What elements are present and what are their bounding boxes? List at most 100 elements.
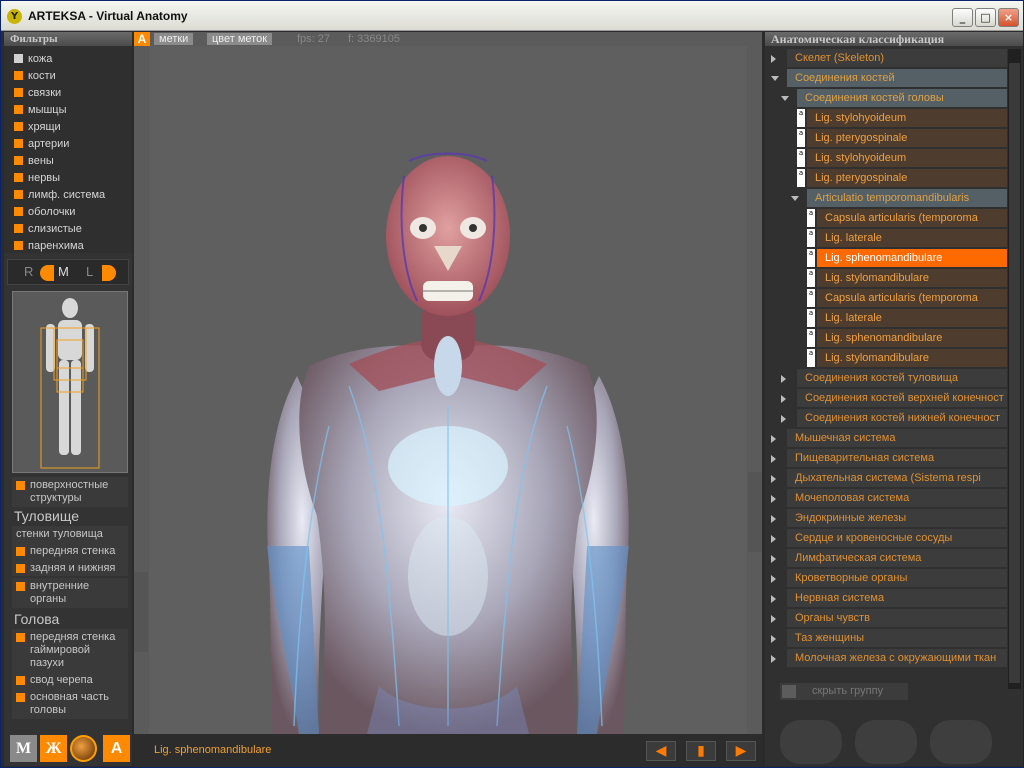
filter-checkbox[interactable] <box>14 122 23 131</box>
filter-item[interactable]: оболочки <box>14 203 132 220</box>
filter-checkbox[interactable] <box>14 190 23 199</box>
expand-arrow-icon[interactable] <box>771 435 776 443</box>
structure-item[interactable]: свод черепа <box>12 672 128 689</box>
tree-row[interactable]: Соединения костей верхней конечност <box>765 389 1007 407</box>
filter-checkbox[interactable] <box>14 88 23 97</box>
center-button[interactable]: ▮ <box>686 741 716 761</box>
filter-checkbox[interactable] <box>14 71 23 80</box>
filter-item[interactable]: кости <box>14 67 132 84</box>
filter-checkbox[interactable] <box>14 241 23 250</box>
hide-group-toggle[interactable]: скрыть группу <box>780 683 908 700</box>
tree-row[interactable]: Сердце и кровеносные сосуды <box>765 529 1007 547</box>
expand-arrow-icon[interactable] <box>771 515 776 523</box>
filter-item[interactable]: артерии <box>14 135 132 152</box>
internal-section[interactable]: внутренние органы <box>12 578 128 608</box>
filter-checkbox[interactable] <box>14 54 23 63</box>
tree-row[interactable]: a Lig. sphenomandibulare <box>765 329 1007 347</box>
expand-arrow-icon[interactable] <box>781 415 786 423</box>
expand-arrow-icon[interactable] <box>771 495 776 503</box>
left-collapse-icon[interactable] <box>134 572 148 652</box>
structure-item[interactable]: стенки туловища <box>12 526 128 543</box>
half-left-icon[interactable] <box>40 265 54 281</box>
expand-arrow-icon[interactable] <box>781 395 786 403</box>
expand-arrow-icon[interactable] <box>771 635 776 643</box>
prev-button[interactable]: ◀ <box>646 741 676 761</box>
tree-row[interactable]: a Lig. pterygospinale <box>765 129 1007 147</box>
sphere-view-icon[interactable] <box>70 735 97 762</box>
middle-button[interactable]: M <box>58 264 69 279</box>
filter-checkbox[interactable] <box>14 207 23 216</box>
filter-item[interactable]: слизистые <box>14 220 132 237</box>
body-navigator[interactable] <box>12 291 128 473</box>
tab-label-color[interactable]: цвет меток <box>207 33 273 45</box>
filter-checkbox[interactable] <box>14 105 23 114</box>
anatomy-3d-viewport[interactable] <box>149 46 747 734</box>
tree-row[interactable]: a Lig. sphenomandibulare <box>765 249 1007 267</box>
filter-checkbox[interactable] <box>14 224 23 233</box>
tree-row[interactable]: Органы чувств <box>765 609 1007 627</box>
surface-section[interactable]: поверхностные структуры <box>12 477 128 507</box>
expand-arrow-icon[interactable] <box>771 655 776 663</box>
tree-row[interactable]: Мышечная система <box>765 429 1007 447</box>
half-right-icon[interactable] <box>102 265 116 281</box>
tree-row[interactable]: Соединения костей <box>765 69 1007 87</box>
a-button[interactable]: А <box>103 735 130 762</box>
structure-item[interactable]: передняя стенка <box>12 543 128 560</box>
tree-row[interactable]: Кроветворные органы <box>765 569 1007 587</box>
tree-row[interactable]: a Lig. laterale <box>765 229 1007 247</box>
labels-a-button[interactable]: A <box>134 32 150 46</box>
next-button[interactable]: ▶ <box>726 741 756 761</box>
expand-arrow-icon[interactable] <box>771 615 776 623</box>
collapse-arrow-icon[interactable] <box>771 76 779 81</box>
tree-row[interactable]: Соединения костей головы <box>765 89 1007 107</box>
tree-row[interactable]: a Lig. laterale <box>765 309 1007 327</box>
expand-arrow-icon[interactable] <box>771 535 776 543</box>
tree-row[interactable]: Молочная железа с окружающими ткан <box>765 649 1007 667</box>
tree-row[interactable]: Соединения костей туловища <box>765 369 1007 387</box>
expand-arrow-icon[interactable] <box>771 55 776 63</box>
structure-checkbox[interactable] <box>16 564 25 573</box>
tree-row[interactable]: a Lig. pterygospinale <box>765 169 1007 187</box>
filter-item[interactable]: хрящи <box>14 118 132 135</box>
tree-row[interactable]: a Lig. stylohyoideum <box>765 149 1007 167</box>
filter-item[interactable]: вены <box>14 152 132 169</box>
expand-arrow-icon[interactable] <box>771 475 776 483</box>
hide-group-checkbox[interactable] <box>782 685 796 698</box>
scrollbar-thumb[interactable] <box>1009 63 1020 683</box>
tree-row[interactable]: Соединения костей нижней конечност <box>765 409 1007 427</box>
tree-row[interactable]: a Lig. stylomandibulare <box>765 269 1007 287</box>
structure-checkbox[interactable] <box>16 547 25 556</box>
minimize-button[interactable]: _ <box>952 8 973 27</box>
tree-row[interactable]: Articulatio temporomandibularis <box>765 189 1007 207</box>
left-side-button[interactable]: L <box>86 264 93 279</box>
filter-item[interactable]: кожа <box>14 50 132 67</box>
filter-item[interactable]: нервы <box>14 169 132 186</box>
tree-row[interactable]: a Capsula articularis (temporoma <box>765 209 1007 227</box>
tree-row[interactable]: Эндокринные железы <box>765 509 1007 527</box>
expand-arrow-icon[interactable] <box>771 555 776 563</box>
tree-row[interactable]: Нервная система <box>765 589 1007 607</box>
tree-row[interactable]: Мочеполовая система <box>765 489 1007 507</box>
expand-arrow-icon[interactable] <box>771 595 776 603</box>
male-button[interactable]: М <box>10 735 37 762</box>
maximize-button[interactable]: □ <box>975 8 996 27</box>
pelvis-thumbnail-icon[interactable] <box>780 720 842 764</box>
tree-row[interactable]: Пищеварительная система <box>765 449 1007 467</box>
collapse-arrow-icon[interactable] <box>791 196 799 201</box>
filter-checkbox[interactable] <box>14 173 23 182</box>
tree-row[interactable]: Скелет (Skeleton) <box>765 49 1007 67</box>
structure-item[interactable]: задняя и нижняя <box>12 560 128 577</box>
tree-row[interactable]: Лимфатическая система <box>765 549 1007 567</box>
structure-checkbox[interactable] <box>16 633 25 642</box>
collapse-arrow-icon[interactable] <box>781 96 789 101</box>
tree-scrollbar[interactable] <box>1008 49 1021 689</box>
pelvis-thumbnail-icon[interactable] <box>855 720 917 764</box>
structure-item[interactable]: основная часть головы <box>12 689 128 719</box>
right-collapse-icon[interactable] <box>748 472 762 552</box>
tree-row[interactable]: a Lig. stylomandibulare <box>765 349 1007 367</box>
filter-item[interactable]: паренхима <box>14 237 132 254</box>
pelvis-thumbnail-icon[interactable] <box>930 720 992 764</box>
filter-checkbox[interactable] <box>14 139 23 148</box>
filter-item[interactable]: лимф. система <box>14 186 132 203</box>
structure-checkbox[interactable] <box>16 676 25 685</box>
